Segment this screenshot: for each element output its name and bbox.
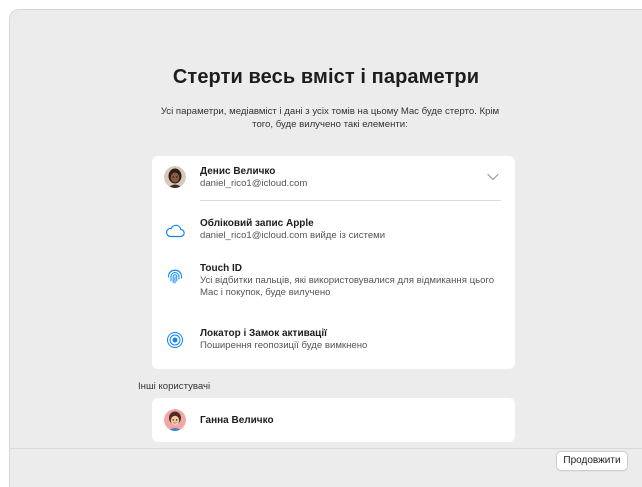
- user-name: Ганна Величко: [200, 415, 274, 426]
- fingerprint-icon: [164, 265, 186, 287]
- item-title: Локатор і Замок активації: [200, 328, 327, 339]
- item-title: Touch ID: [200, 263, 243, 274]
- account-divider: [200, 200, 501, 201]
- item-description: daniel_rico1@icloud.com вийде із системи: [200, 230, 386, 241]
- account-name: Денис Величко: [200, 166, 276, 177]
- items-card: Денис Величко daniel_rico1@icloud.com Об…: [152, 156, 515, 369]
- woman-avatar-icon: [164, 409, 186, 431]
- chevron-down-icon[interactable]: [487, 173, 499, 181]
- account-avatar: [164, 166, 186, 188]
- account-email: daniel_rico1@icloud.com: [200, 178, 308, 189]
- page-title: Стерти весь вміст і параметри: [172, 66, 480, 88]
- erase-assistant-window: Стерти весь вміст і параметри Усі параме…: [9, 9, 642, 487]
- icloud-icon: [164, 220, 186, 242]
- other-users-label: Інші користувачі: [138, 381, 211, 392]
- continue-button[interactable]: Продовжити: [556, 451, 628, 471]
- find-my-icon: [164, 329, 186, 351]
- item-description: Поширення геопозиції буде вимкнено: [200, 340, 368, 351]
- list-item-touch-id: Touch ID Усі відбитки пальців, які викор…: [152, 262, 515, 308]
- list-item-find-my: Локатор і Замок активації Поширення геоп…: [152, 327, 515, 359]
- user-avatar: [164, 409, 186, 431]
- account-row[interactable]: Денис Величко daniel_rico1@icloud.com: [152, 156, 515, 200]
- item-description: Усі відбитки пальців, які використовувал…: [200, 275, 495, 298]
- list-item-apple-account: Обліковий запис Apple daniel_rico1@iclou…: [152, 217, 515, 249]
- footer-divider: [10, 448, 642, 449]
- item-title: Обліковий запис Apple: [200, 218, 314, 229]
- list-item-user: Ганна Величко: [152, 398, 515, 442]
- other-users-card: Ганна Величко: [152, 398, 515, 442]
- page-subtitle: Усі параметри, медіавміст і дані з усіх …: [160, 106, 500, 130]
- account-text: Денис Величко daniel_rico1@icloud.com: [200, 165, 495, 190]
- man-avatar-icon: [164, 166, 186, 188]
